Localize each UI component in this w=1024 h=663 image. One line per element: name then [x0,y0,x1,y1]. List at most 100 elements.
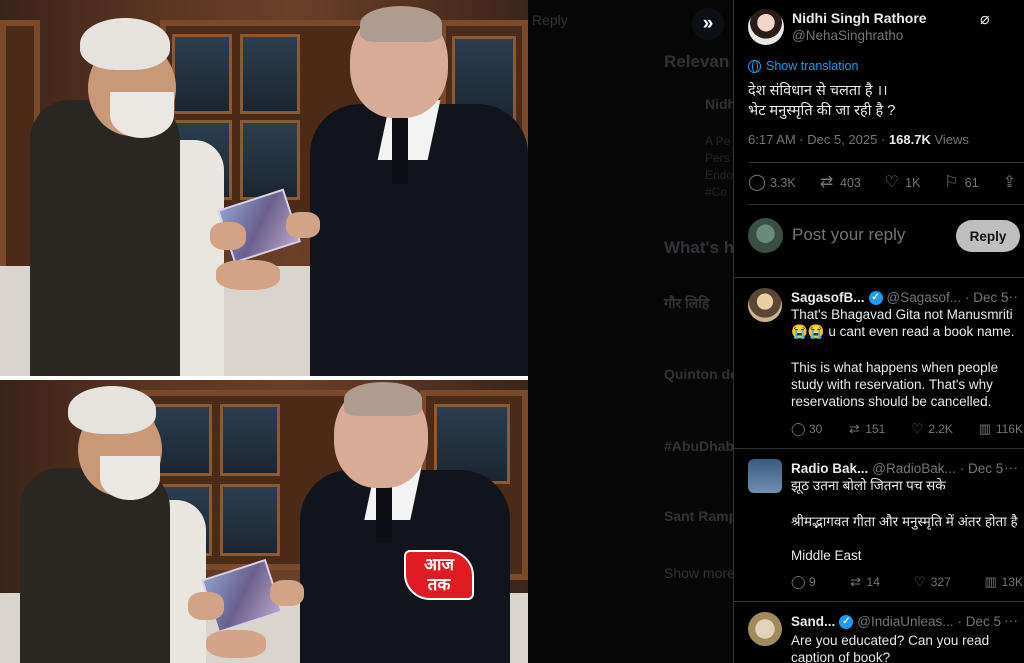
reply-header: Sand... ✓ @IndiaUnleas... · Dec 5 [791,614,1001,629]
reply-date[interactable]: · Dec 5 [965,290,1009,305]
author-avatar[interactable] [748,9,784,45]
more-options-icon[interactable]: ··· [1004,612,1018,628]
bg-trend: गौर लिहि [664,295,710,311]
bg-whats-happening: What's h [664,238,733,257]
reply-action[interactable]: ◯ 9 [791,575,816,590]
reply-date[interactable]: · Dec 5 [960,461,1004,476]
like-action[interactable]: ♡ 1K [883,174,921,191]
divider [734,277,1024,278]
reply-text-line: Middle East [791,548,862,563]
views-action[interactable]: ▥ 13K [984,574,1023,590]
reply-item[interactable]: Radio Bak... @RadioBak... · Dec 5 ··· झू… [734,453,1024,601]
reply-icon: ◯ [791,421,806,436]
tweet-text-line: देश संविधान से चलता है ।। [748,83,888,99]
author-name[interactable]: Nidhi Singh Rathore [792,10,927,26]
show-translation-label: Show translation [766,59,859,73]
bg-author-name: Nidh [705,96,733,112]
repost-action[interactable]: ⇄ 403 [818,174,861,191]
repost-count: 14 [866,575,880,589]
bookmark-action[interactable]: ⚐ 61 [943,174,979,191]
reply-text-line: reservations should be cancelled. [791,394,992,409]
reply-text-line: That's Bhagavad Gita not Manusmriti [791,307,1013,322]
more-options-icon[interactable]: ··· [1004,288,1018,304]
collapse-panel-button[interactable]: » [692,8,724,40]
share-icon: ⇪ [1002,174,1017,191]
share-action[interactable]: ⇪ [1001,174,1018,191]
reply-text-line: 😭😭 u cant even read a book name. [791,324,1015,339]
reply-action[interactable]: ◯ 3.3K [748,174,796,191]
reply-item[interactable]: Sand... ✓ @IndiaUnleas... · Dec 5 ··· Ar… [734,606,1024,663]
reply-author-handle[interactable]: @RadioBak... [872,461,956,476]
divider [734,448,1024,449]
views-action[interactable]: ▥ 116K [978,421,1023,437]
like-count: 2.2K [928,422,953,436]
repost-action[interactable]: ⇄ 151 [847,421,886,437]
reply-avatar[interactable] [748,459,782,493]
bar-chart-icon: ▥ [984,574,997,589]
reply-author-handle[interactable]: @IndiaUnleas... [857,614,953,629]
tweet-timestamp[interactable]: 6:17 AM · Dec 5, 2025 · [748,132,889,147]
reply-count: 9 [809,575,816,589]
reply-author-name[interactable]: Sand... [791,614,835,629]
views-count: 116K [995,422,1023,436]
like-count: 327 [930,575,951,589]
heart-icon: ♡ [913,574,926,589]
bg-relevant-heading: Relevan [664,52,730,71]
bg-bio-line: #Co [705,185,728,199]
reply-avatar[interactable] [748,288,782,322]
like-action[interactable]: ♡ 327 [913,574,951,590]
bg-trend: Quinton de [664,366,733,382]
photo-aajtak: आज तक [0,380,528,663]
repost-count: 151 [865,422,886,436]
logo-line-2: तक [427,575,451,594]
bookmark-icon: ⚐ [944,174,959,191]
current-user-avatar [748,218,783,253]
reply-date[interactable]: · Dec 5 [958,614,1002,629]
like-action[interactable]: ♡ 2.2K [910,421,953,437]
double-chevron-right-icon: » [702,13,714,34]
reply-action-bar: ◯ 30 ⇄ 151 ♡ 2.2K ▥ 116K [791,421,1023,437]
reply-author-name[interactable]: Radio Bak... [791,461,868,476]
repost-icon: ⇄ [819,174,834,191]
more-options-icon[interactable]: ··· [1004,459,1018,475]
repost-count: 403 [840,175,861,190]
repost-icon: ⇄ [848,421,860,436]
reply-button[interactable]: Reply [956,220,1020,252]
views-label: Views [930,132,969,147]
repost-icon: ⇄ [850,574,861,589]
bar-chart-icon: ▥ [978,421,991,436]
like-count: 1K [905,175,921,190]
show-translation-link[interactable]: Show translation [748,59,858,73]
repost-action[interactable]: ⇄ 14 [849,574,880,590]
divider [748,204,1024,205]
tweet-action-bar: ◯ 3.3K ⇄ 403 ♡ 1K ⚐ 61 ⇪ [748,174,1018,191]
heart-icon: ♡ [911,421,924,436]
reply-header: Radio Bak... @RadioBak... · Dec 5 [791,461,1003,476]
logo-line-1: आज [424,555,454,574]
dimmed-background-page: Reply Relevan Nidh A Pe Pers Endo #Co Wh… [528,0,733,663]
author-handle[interactable]: @NehaSinghratho [792,28,903,43]
reply-text-line: श्रीमद्भागवत गीता और मनुस्मृति में अंतर … [791,514,1018,529]
bg-bio-line: Pers [705,151,730,165]
views-count: 13K [1001,575,1023,589]
reply-input[interactable]: Post your reply [792,225,905,245]
reply-text-line: This is what happens when people [791,360,999,375]
views-count: 168.7K [888,132,931,147]
verified-badge-icon: ✓ [868,290,883,305]
reply-count: 3.3K [770,175,796,190]
bg-bio-line: Endo [705,168,733,182]
reply-text-line: झूठ उतना बोलो जितना पच सके [791,478,946,493]
reply-action-bar: ◯ 9 ⇄ 14 ♡ 327 ▥ 13K [791,574,1023,590]
reply-avatar[interactable] [748,612,782,646]
verified-badge-icon: ✓ [839,614,854,629]
bg-show-more: Show more [664,565,733,581]
reply-text-line: study with reservation. That's why [791,377,993,392]
grok-icon[interactable]: ⌀ [980,9,1000,29]
reply-action[interactable]: ◯ 30 [791,421,823,437]
reply-count: 30 [809,422,823,436]
reply-author-name[interactable]: SagasofB... [791,290,865,305]
reply-icon: ◯ [748,174,766,191]
reply-author-handle[interactable]: @Sagasof... [887,290,962,305]
reply-item[interactable]: SagasofB... ✓ @Sagasof... · Dec 5 ··· Th… [734,282,1024,448]
media-viewer[interactable]: Reply Relevan Nidh A Pe Pers Endo #Co Wh… [0,0,733,663]
